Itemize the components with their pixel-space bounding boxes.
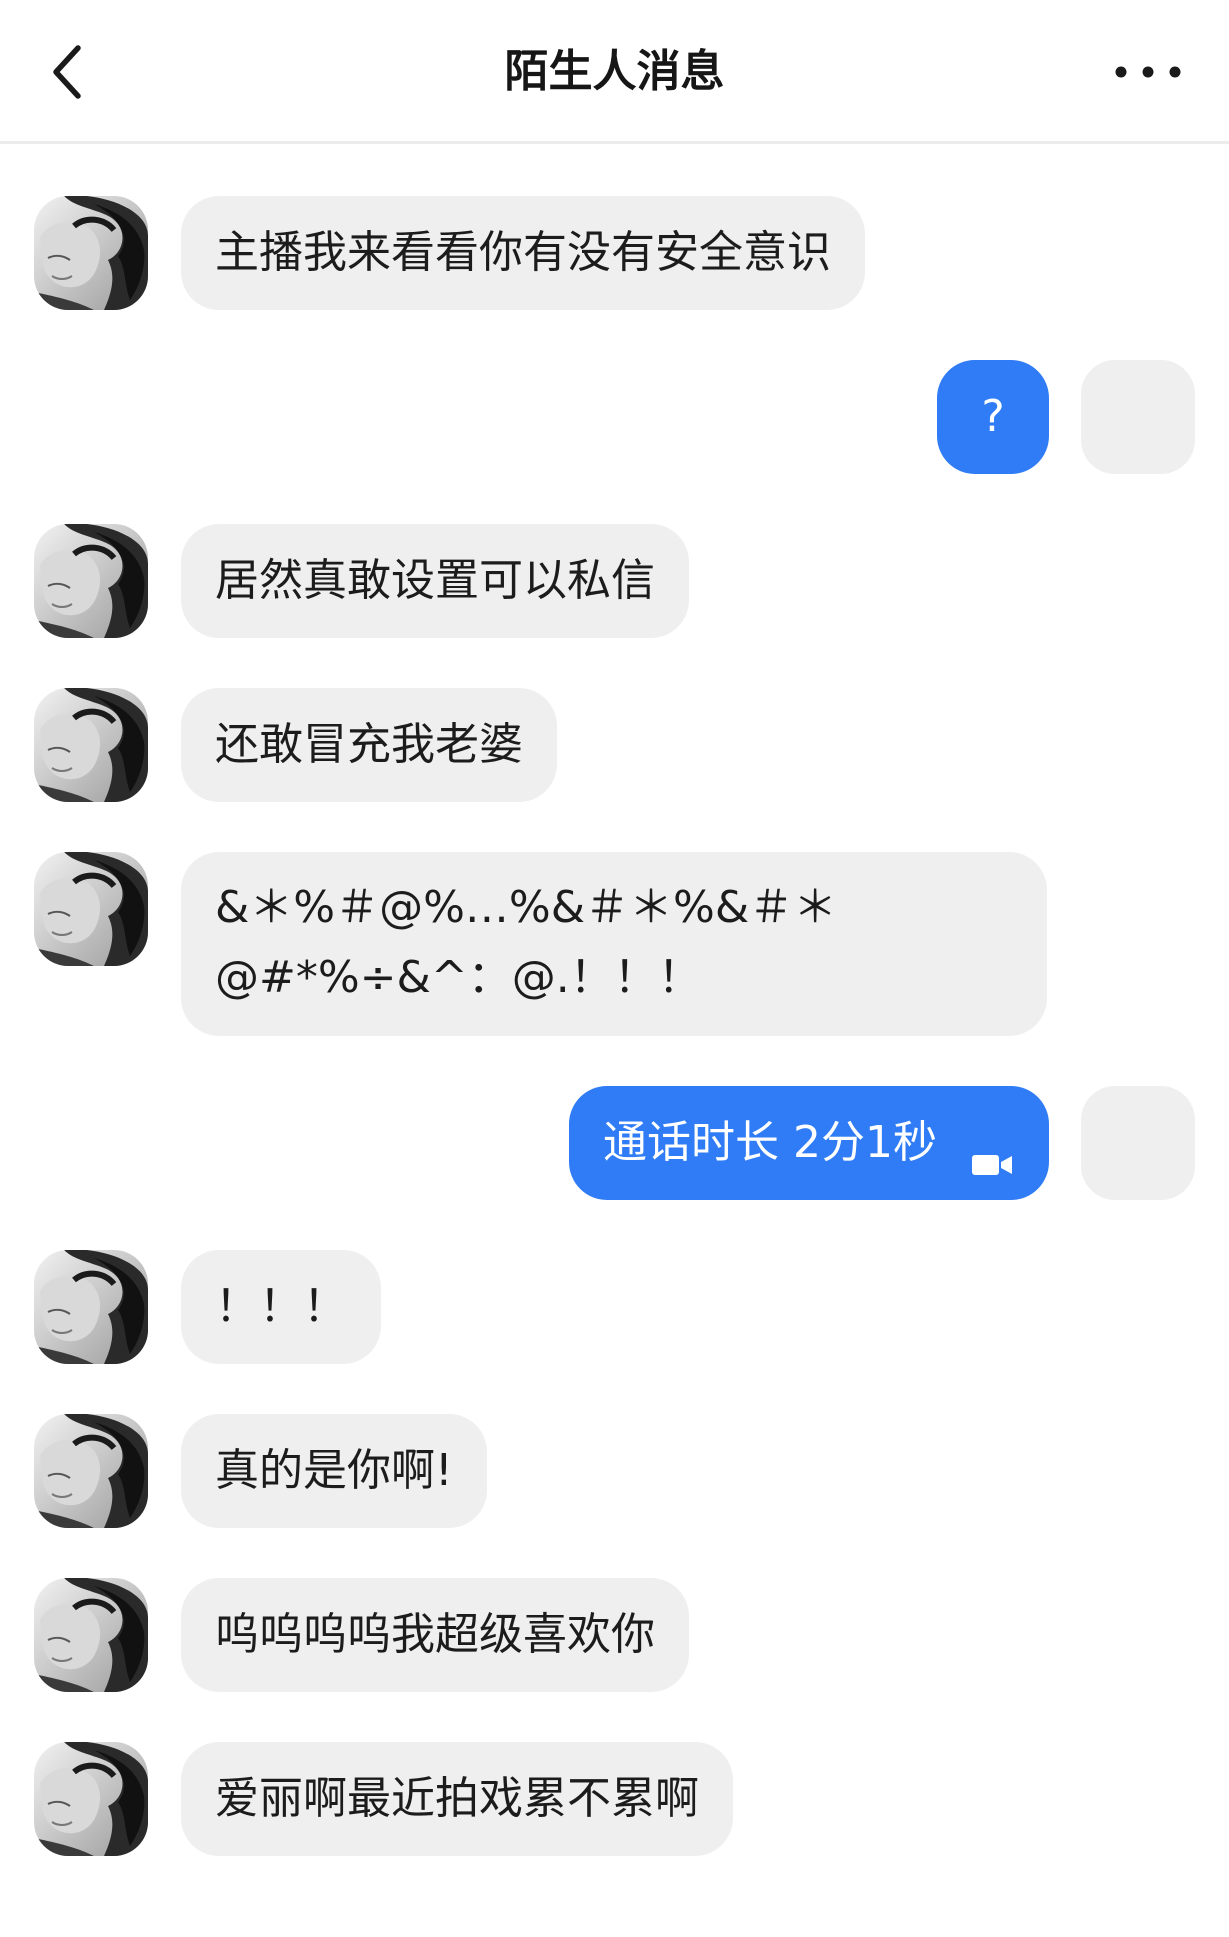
page-title: 陌生人消息 [504, 46, 725, 97]
message-bubble[interactable]: 爱丽啊最近拍戏累不累啊 [181, 1742, 733, 1856]
message-row-outgoing: 通话时长 2分1秒 [0, 1086, 1229, 1200]
sender-avatar[interactable] [34, 1414, 148, 1528]
message-row-incoming: 居然真敢设置可以私信 [0, 524, 1229, 638]
more-horizontal-icon[interactable] [1103, 52, 1193, 92]
message-row-incoming: 呜呜呜呜我超级喜欢你 [0, 1578, 1229, 1692]
sender-avatar[interactable] [34, 524, 148, 638]
message-bubble[interactable]: 还敢冒充我老婆 [181, 688, 557, 802]
call-duration-text: 通话时长 2分1秒 [603, 1117, 937, 1168]
top-nav-bar: 陌生人消息 [0, 0, 1229, 144]
message-row-outgoing: ? [0, 360, 1229, 474]
sender-avatar[interactable] [34, 1742, 148, 1856]
sender-avatar[interactable] [34, 1250, 148, 1364]
message-bubble[interactable]: 居然真敢设置可以私信 [181, 524, 689, 638]
sender-avatar[interactable] [34, 196, 148, 310]
my-avatar[interactable] [1081, 1086, 1195, 1200]
sender-avatar[interactable] [34, 852, 148, 966]
message-bubble[interactable]: ? [937, 360, 1049, 474]
message-bubble[interactable]: 真的是你啊! [181, 1414, 487, 1528]
video-camera-icon [971, 1129, 1013, 1175]
message-row-incoming: 还敢冒充我老婆 [0, 688, 1229, 802]
message-row-incoming: 主播我来看看你有没有安全意识 [0, 196, 1229, 310]
my-avatar[interactable] [1081, 360, 1195, 474]
message-row-incoming: ！！！ [0, 1250, 1229, 1364]
call-record-bubble[interactable]: 通话时长 2分1秒 [569, 1086, 1049, 1200]
message-line: @#*%÷&^：@.！！！ [215, 952, 702, 1003]
message-bubble[interactable]: &＊%＃@%…%&＃＊%&＃＊ @#*%÷&^：@.！！！ [181, 852, 1047, 1036]
message-bubble[interactable]: ！！！ [181, 1250, 381, 1364]
message-row-incoming: 爱丽啊最近拍戏累不累啊 [0, 1742, 1229, 1856]
message-bubble[interactable]: 呜呜呜呜我超级喜欢你 [181, 1578, 689, 1692]
sender-avatar[interactable] [34, 1578, 148, 1692]
message-list[interactable]: 主播我来看看你有没有安全意识 ? 居然真敢设置可以私信 还敢冒充我老婆 &＊%＃… [0, 144, 1229, 1937]
message-row-incoming: &＊%＃@%…%&＃＊%&＃＊ @#*%÷&^：@.！！！ [0, 852, 1229, 1036]
more-options-button[interactable] [1103, 52, 1193, 92]
message-row-incoming: 真的是你啊! [0, 1414, 1229, 1528]
message-line: &＊%＃@%…%&＃＊%&＃＊ [215, 882, 838, 933]
sender-avatar[interactable] [34, 688, 148, 802]
message-bubble[interactable]: 主播我来看看你有没有安全意识 [181, 196, 865, 310]
